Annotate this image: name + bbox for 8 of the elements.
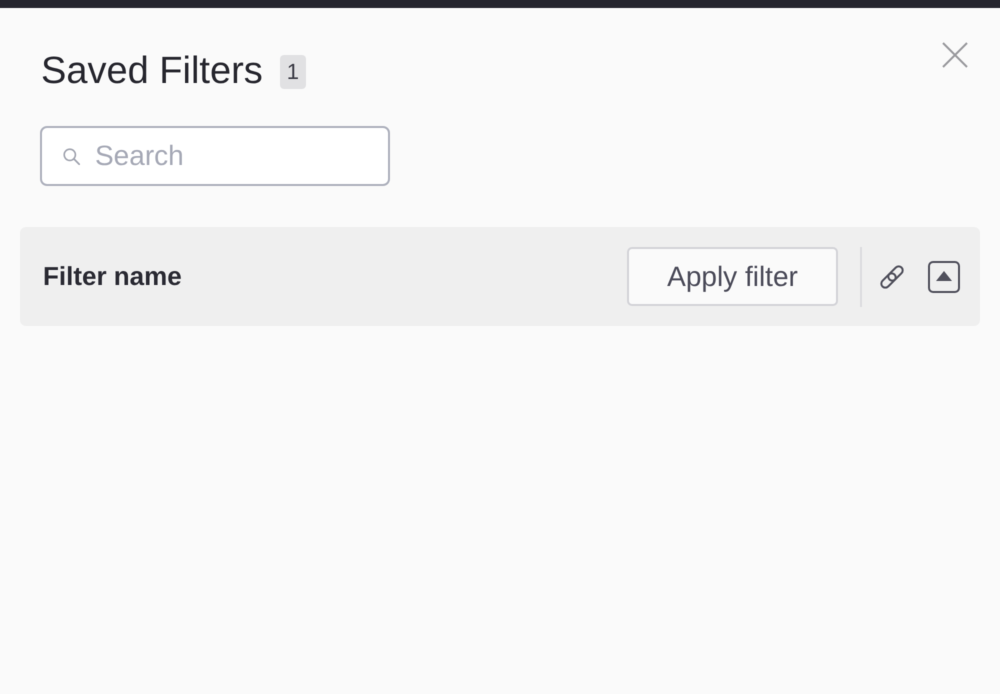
filter-name: Filter name [43, 261, 182, 292]
count-badge: 1 [280, 55, 306, 89]
apply-filter-button[interactable]: Apply filter [627, 247, 838, 306]
search-field[interactable]: Search [40, 126, 390, 186]
search-icon [63, 148, 80, 165]
panel-title: Saved Filters [41, 49, 263, 94]
close-icon[interactable] [942, 42, 968, 68]
caret-up-icon[interactable] [928, 260, 960, 292]
